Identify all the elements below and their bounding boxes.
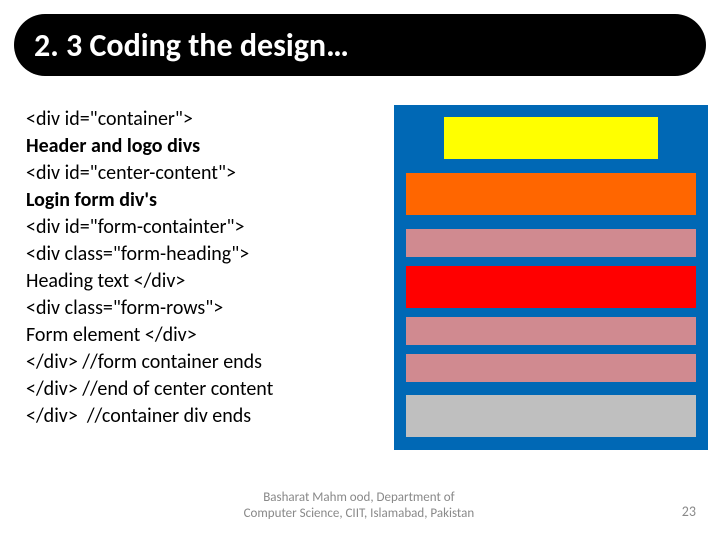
code-line: </div> //form container ends	[26, 349, 273, 376]
code-line: Login form div's	[26, 187, 273, 214]
diagram-row	[406, 173, 696, 215]
diagram-row	[444, 117, 659, 159]
code-line: <div id="container">	[26, 106, 273, 133]
code-line: Form element </div>	[26, 322, 273, 349]
code-line: </div> //end of center content	[26, 376, 273, 403]
code-line: </div> //container div ends	[26, 403, 273, 430]
footer-line1: Basharat Mahm ood, Department of	[263, 490, 454, 505]
diagram-row	[406, 229, 696, 257]
diagram-row	[406, 266, 696, 308]
code-line: <div class="form-rows">	[26, 295, 273, 322]
code-line: <div class="form-heading">	[26, 241, 273, 268]
diagram-inner	[406, 117, 696, 438]
code-line: Heading text </div>	[26, 268, 273, 295]
code-line: <div id="form-containter">	[26, 214, 273, 241]
diagram-row	[406, 354, 696, 382]
code-snippet: <div id="container">Header and logo divs…	[26, 106, 273, 430]
slide-title-bar: 2. 3 Coding the design…	[14, 14, 706, 76]
diagram-row	[406, 317, 696, 345]
page-number: 23	[658, 503, 720, 522]
footer-text: Basharat Mahm ood, Department of Compute…	[60, 490, 658, 523]
diagram-row	[406, 395, 696, 437]
slide-title: 2. 3 Coding the design…	[34, 26, 349, 65]
code-line: Header and logo divs	[26, 133, 273, 160]
layout-diagram	[394, 105, 708, 450]
footer-line2: Computer Science, CIIT, Islamabad, Pakis…	[244, 506, 475, 521]
slide-footer: Basharat Mahm ood, Department of Compute…	[0, 490, 720, 523]
code-line: <div id="center-content">	[26, 160, 273, 187]
